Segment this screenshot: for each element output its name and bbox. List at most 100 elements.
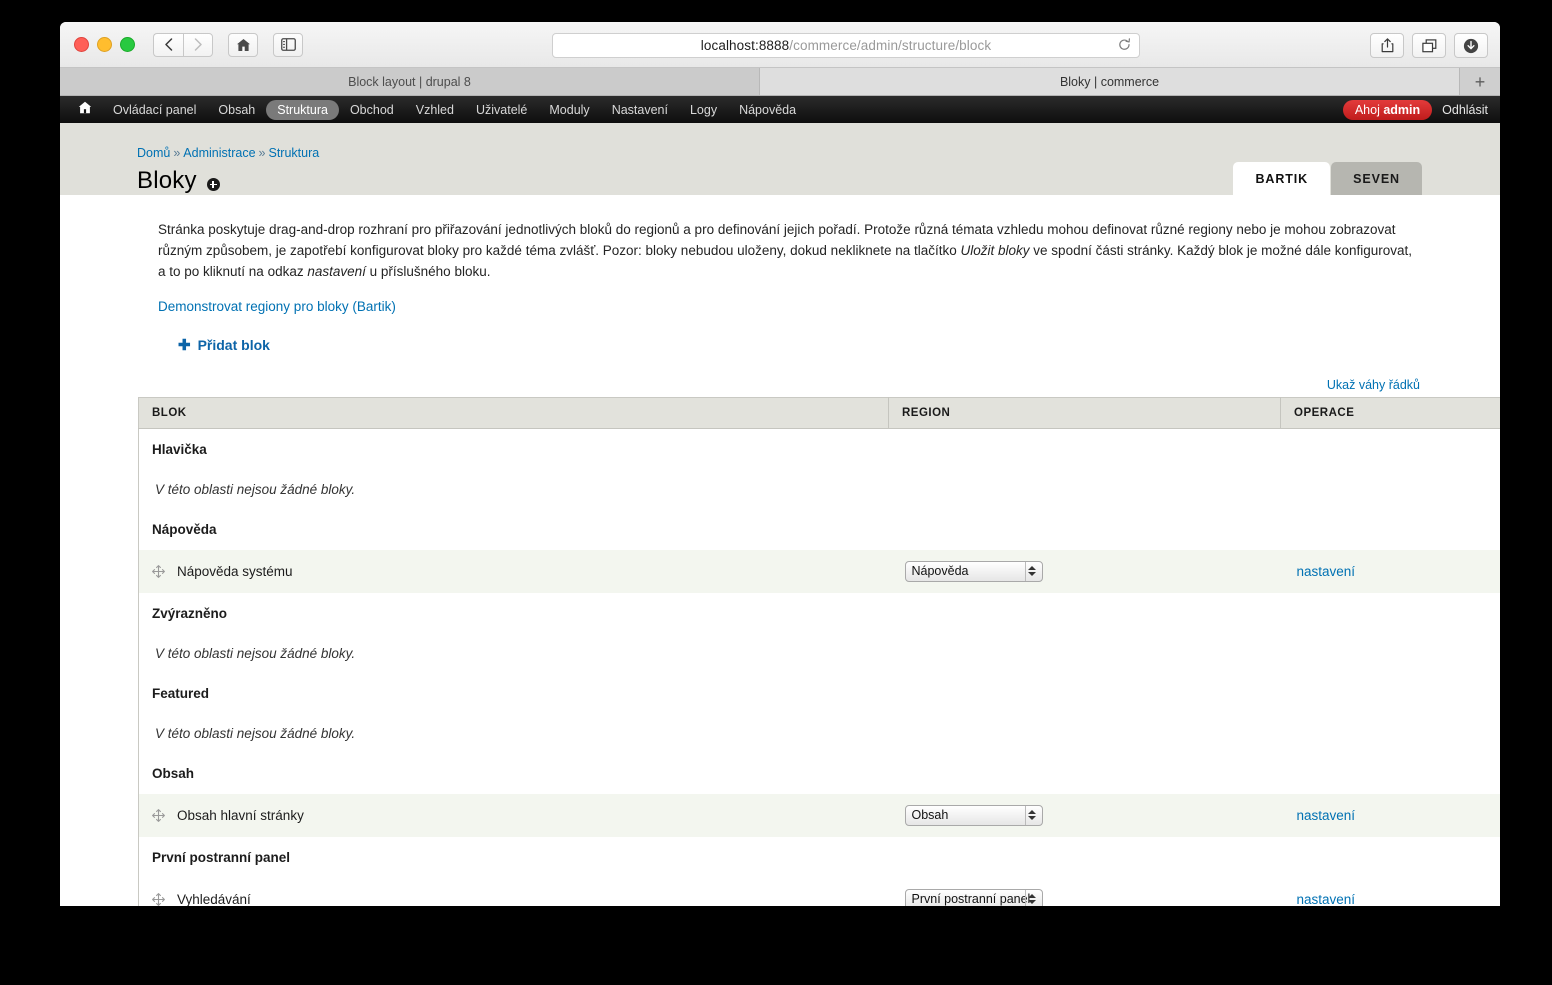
- page-title: Bloky: [137, 167, 197, 194]
- demonstrate-regions-link[interactable]: Demonstrovat regiony pro bloky (Bartik): [158, 299, 396, 314]
- empty-region-row: V této oblasti nejsou žádné bloky.: [138, 713, 1500, 753]
- back-button[interactable]: [153, 32, 183, 57]
- table-header-row: BLOK REGION OPERACE: [138, 397, 1500, 429]
- share-button[interactable]: [1370, 33, 1404, 58]
- column-header-region: REGION: [888, 397, 1281, 429]
- tab-bartik[interactable]: BARTIK: [1233, 162, 1331, 195]
- region-label: Nápověda: [138, 508, 889, 550]
- empty-cell: [1280, 713, 1500, 753]
- downloads-button[interactable]: [1454, 33, 1488, 58]
- downloads-icon: [1463, 38, 1479, 54]
- breadcrumb: Domů» Administrace» Struktura: [137, 146, 319, 160]
- toolbar-right-group: [1370, 33, 1488, 58]
- breadcrumb-separator: »: [173, 146, 181, 160]
- admin-home-link[interactable]: [70, 101, 102, 119]
- logout-link[interactable]: Odhlásit: [1442, 103, 1488, 117]
- settings-link[interactable]: nastavení: [1297, 564, 1356, 579]
- block-region-cell: Obsah: [888, 793, 1281, 837]
- admin-menu-moduly[interactable]: Moduly: [538, 100, 600, 120]
- admin-menu-napoveda[interactable]: Nápověda: [728, 100, 807, 120]
- admin-menu-logy[interactable]: Logy: [679, 100, 728, 120]
- region-empty-cell: [1280, 836, 1500, 878]
- region-label: První postranní panel: [138, 836, 889, 878]
- empty-region-row: V této oblasti nejsou žádné bloky.: [138, 469, 1500, 509]
- navigation-buttons: [153, 32, 218, 57]
- admin-menu-ovladaci-panel[interactable]: Ovládací panel: [102, 100, 207, 120]
- blocks-table: BLOK REGION OPERACE Hlavička V této obla…: [138, 396, 1500, 907]
- block-region-cell: První postranní panel: [888, 877, 1281, 906]
- forward-button[interactable]: [183, 32, 213, 57]
- drag-move-icon[interactable]: [152, 892, 165, 906]
- block-region-cell: Nápověda: [888, 549, 1281, 593]
- admin-menu-uzivatele[interactable]: Uživatelé: [465, 100, 538, 120]
- table-row[interactable]: Obsah hlavní stránky Obsah nastavení: [138, 793, 1500, 837]
- column-header-blok: BLOK: [138, 397, 889, 429]
- region-row-hlavicka: Hlavička: [138, 428, 1500, 470]
- intro-text-3: u příslušného bloku.: [365, 264, 491, 279]
- region-empty-cell: [1280, 428, 1500, 470]
- url-host: localhost:8888: [700, 38, 790, 53]
- admin-menu-struktura[interactable]: Struktura: [266, 99, 339, 120]
- zoom-window-button[interactable]: [120, 37, 135, 52]
- admin-toolbar-user-area: Ahoj admin Odhlásit: [1342, 96, 1488, 123]
- reload-icon[interactable]: [1118, 38, 1131, 57]
- admin-menu-vzhled[interactable]: Vzhled: [405, 100, 465, 120]
- admin-menu-nastaveni[interactable]: Nastavení: [601, 100, 679, 120]
- region-row-featured: Featured: [138, 672, 1500, 714]
- address-bar[interactable]: localhost:8888/commerce/admin/structure/…: [552, 33, 1140, 58]
- settings-link[interactable]: nastavení: [1297, 808, 1356, 823]
- drag-move-icon[interactable]: [152, 808, 165, 822]
- theme-tabs: BARTIK SEVEN: [1233, 162, 1422, 195]
- show-row-weights-link[interactable]: Ukaž váhy řádků: [138, 378, 1422, 392]
- admin-menu-obchod[interactable]: Obchod: [339, 100, 405, 120]
- browser-tab-1[interactable]: Bloky | commerce: [760, 68, 1460, 95]
- block-operations-cell: nastavení: [1280, 877, 1500, 907]
- table-row[interactable]: Vyhledávání První postranní panel nastav…: [138, 877, 1500, 907]
- share-icon: [1381, 38, 1394, 53]
- breadcrumb-item-struktura[interactable]: Struktura: [269, 146, 320, 160]
- empty-cell: [888, 713, 1281, 753]
- tab-seven[interactable]: SEVEN: [1331, 162, 1422, 195]
- empty-cell: [1280, 633, 1500, 673]
- settings-link[interactable]: nastavení: [1297, 892, 1356, 907]
- browser-tab-0[interactable]: Block layout | drupal 8: [60, 68, 760, 95]
- breadcrumb-separator: »: [258, 146, 266, 160]
- new-tab-button[interactable]: +: [1460, 68, 1500, 95]
- breadcrumb-item-domu[interactable]: Domů: [137, 146, 170, 160]
- minimize-window-button[interactable]: [97, 37, 112, 52]
- table-row[interactable]: Nápověda systému Nápověda nastavení: [138, 549, 1500, 593]
- block-name-cell: Nápověda systému: [138, 549, 889, 593]
- empty-region-text: V této oblasti nejsou žádné bloky.: [138, 469, 889, 509]
- region-empty-cell: [1280, 672, 1500, 714]
- empty-cell: [888, 469, 1281, 509]
- admin-menu-obsah[interactable]: Obsah: [207, 100, 266, 120]
- region-select[interactable]: Obsah: [904, 804, 1043, 826]
- drupal-admin-toolbar: Ovládací panel Obsah Struktura Obchod Vz…: [60, 96, 1500, 123]
- region-label: Obsah: [138, 752, 889, 794]
- block-operations-cell: nastavení: [1280, 793, 1500, 837]
- empty-region-text: V této oblasti nejsou žádné bloky.: [138, 713, 889, 753]
- block-name-cell: Obsah hlavní stránky: [138, 793, 889, 837]
- plus-circle-icon[interactable]: [206, 177, 220, 191]
- sidebar-toggle-button[interactable]: [273, 32, 303, 57]
- region-row-prvni-postranni-panel: První postranní panel: [138, 836, 1500, 878]
- drag-move-icon[interactable]: [152, 564, 165, 578]
- breadcrumb-item-administrace[interactable]: Administrace: [183, 146, 255, 160]
- show-tabs-button[interactable]: [1412, 33, 1446, 58]
- region-empty-cell: [888, 752, 1281, 794]
- title-row: Bloky: [137, 167, 220, 195]
- empty-region-text: V této oblasti nejsou žádné bloky.: [138, 633, 889, 673]
- region-select[interactable]: První postranní panel: [904, 888, 1043, 906]
- add-block-button[interactable]: ✚ Přidat blok: [178, 337, 270, 353]
- block-name: Nápověda systému: [177, 563, 293, 579]
- close-window-button[interactable]: [74, 37, 89, 52]
- region-select-wrapper: První postranní panel: [904, 888, 1043, 906]
- region-label: Zvýrazněno: [138, 592, 889, 634]
- home-button[interactable]: [228, 32, 258, 57]
- user-greeting-badge[interactable]: Ahoj admin: [1342, 99, 1433, 120]
- select-divider: [1024, 889, 1026, 906]
- greeting-prefix: Ahoj: [1354, 102, 1384, 117]
- region-row-obsah: Obsah: [138, 752, 1500, 794]
- region-select[interactable]: Nápověda: [904, 560, 1043, 582]
- back-chevron-icon: [164, 38, 173, 51]
